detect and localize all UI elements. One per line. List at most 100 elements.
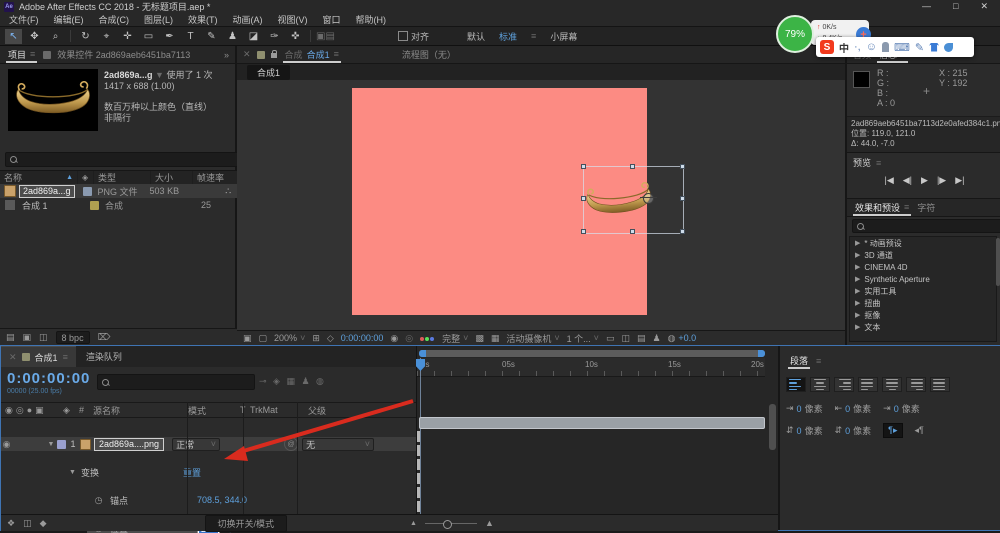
layer-name[interactable]: 2ad869a....png — [94, 437, 165, 451]
work-area-bar[interactable] — [419, 350, 765, 357]
puppet-tool-icon[interactable]: ✜ — [287, 29, 304, 44]
row-label-color[interactable] — [90, 200, 99, 210]
column-source-name[interactable]: 源名称 — [93, 404, 188, 417]
rtl-direction-button[interactable]: ◂¶ — [915, 425, 924, 436]
anchor-point-indicator[interactable] — [640, 193, 657, 204]
work-area-start-handle[interactable] — [419, 350, 426, 357]
tab-project[interactable]: 项目 ≡ — [6, 46, 38, 63]
timeline-zoom-slider[interactable] — [424, 519, 477, 529]
last-frame-button[interactable]: ▶| — [955, 175, 964, 186]
footage-caret-icon[interactable]: ▼ — [155, 70, 164, 80]
brush-tool-icon[interactable]: ✎ — [203, 29, 220, 44]
stamp-tool-icon[interactable]: ♟ — [224, 29, 241, 44]
column-type[interactable]: 类型 — [94, 171, 151, 184]
effect-category[interactable]: ▶ 抠像 — [850, 309, 996, 321]
justify-last-left-button[interactable] — [858, 377, 878, 392]
sogou-input-toolbar[interactable]: S 中 ·, ☺ ⌨ ✎ — [816, 37, 974, 57]
selection-handle[interactable] — [680, 164, 685, 169]
exposure-control[interactable]: ◍ +0.0 — [668, 333, 697, 344]
footage-thumbnail[interactable] — [8, 69, 98, 131]
input-mode-icon[interactable]: 中 — [839, 40, 849, 55]
selection-handle[interactable] — [581, 164, 586, 169]
timeline-search-input[interactable] — [97, 374, 255, 390]
keyboard-icon[interactable]: ⌨ — [894, 41, 910, 54]
first-frame-button[interactable]: |◀ — [885, 175, 894, 186]
close-button[interactable]: ✕ — [980, 1, 988, 12]
justify-all-button[interactable] — [930, 377, 950, 392]
lock-icon[interactable] — [270, 50, 277, 58]
emoji-icon[interactable]: ☺ — [866, 41, 877, 53]
workspace-menu-icon[interactable]: ≡ — [531, 31, 536, 41]
parent-pickwhip-icon[interactable]: @ — [284, 437, 299, 451]
effect-category[interactable]: ▶ CINEMA 4D — [850, 261, 996, 273]
zoom-in-mountain-icon[interactable]: ▲ — [485, 518, 494, 528]
indent-left-field[interactable]: ⇥ 0 像素 — [786, 402, 823, 415]
tab-effect-controls[interactable]: 效果控件 2ad869aeb6451ba7113 — [57, 48, 218, 61]
time-ruler[interactable]: 0s 05s 10s 15s 20s — [417, 358, 765, 377]
first-line-indent-field[interactable]: ⇥ 0 像素 — [883, 402, 920, 415]
expand-transfer-controls-icon[interactable]: ◫ — [23, 518, 32, 529]
mask-visibility-icon[interactable]: ◇ — [327, 333, 334, 344]
row-label-color[interactable] — [82, 186, 92, 196]
anchor-point-row[interactable]: ◷ 锚点 708.5, 344.0 — [1, 493, 416, 507]
zoom-out-mountain-icon[interactable]: ▲ — [410, 520, 417, 527]
layer-expand-arrow[interactable]: ▼ — [45, 441, 57, 448]
tab-paragraph[interactable]: 段落 — [788, 352, 811, 369]
work-area-end-handle[interactable] — [758, 350, 765, 357]
expand-layer-switches-icon[interactable]: ❖ — [7, 518, 15, 529]
expand-inout-icon[interactable]: ◆ — [40, 518, 47, 529]
menu-file[interactable]: 文件(F) — [9, 13, 39, 26]
handwriting-icon[interactable]: ✎ — [915, 41, 924, 54]
effects-scrollbar[interactable] — [996, 238, 1000, 286]
panel-menu-icon[interactable]: ≡ — [334, 49, 339, 59]
effect-category[interactable]: ▶ 扭曲 — [850, 297, 996, 309]
column-fps[interactable]: 帧速率 — [193, 171, 237, 184]
blend-mode-dropdown[interactable]: 正常 ˅ — [172, 437, 221, 451]
indent-right-field[interactable]: ⇤ 0 像素 — [835, 402, 872, 415]
show-channel-icon[interactable] — [420, 333, 435, 343]
toggle-switches-modes-button[interactable]: 切换开关/模式 — [204, 514, 288, 532]
mic-icon[interactable] — [881, 42, 889, 52]
align-checkbox[interactable] — [398, 31, 408, 41]
current-timecode[interactable]: 0:00:00:00 — [7, 370, 90, 387]
effect-category[interactable]: ▶ 3D 通道 — [850, 249, 996, 261]
tab-character[interactable]: 字符 — [917, 201, 935, 214]
shape-tool-icon[interactable]: ▭ — [140, 29, 157, 44]
menu-window[interactable]: 窗口 — [323, 13, 341, 26]
comp-row-name[interactable]: 合成 1 — [22, 199, 80, 212]
viewer-canvas[interactable] — [237, 80, 845, 330]
layer-label-color[interactable] — [57, 439, 66, 449]
eraser-tool-icon[interactable]: ◪ — [245, 29, 262, 44]
selection-handle[interactable] — [680, 229, 685, 234]
comp-mini-flowchart-icons[interactable]: ⊸ ◈ ▦ ♟ ◍ — [259, 376, 326, 387]
camera-tool-icon[interactable]: ⌖ — [98, 29, 115, 44]
selection-handle[interactable] — [680, 196, 685, 201]
tab-render-queue[interactable]: 渲染队列 — [86, 350, 122, 363]
tab-composition[interactable]: 合成 合成1 ≡ — [282, 46, 341, 63]
menu-help[interactable]: 帮助(H) — [356, 13, 387, 26]
viewer-timecode[interactable]: 0:00:00:00 — [341, 333, 384, 343]
minimize-button[interactable]: — — [922, 1, 931, 12]
next-frame-button[interactable]: |▶ — [937, 175, 946, 186]
anchor-point-value[interactable]: 708.5, 344.0 — [197, 495, 247, 505]
rotation-tool-icon[interactable]: ↻ — [77, 29, 94, 44]
space-before-field[interactable]: ⇵ 0 像素 — [786, 424, 823, 437]
type-tool-icon[interactable]: T — [182, 29, 199, 44]
menu-view[interactable]: 视图(V) — [278, 13, 308, 26]
maximize-button[interactable]: □ — [953, 1, 958, 12]
panel-menu-icon[interactable]: ≡ — [904, 202, 909, 212]
roto-brush-tool-icon[interactable]: ✑ — [266, 29, 283, 44]
effect-category[interactable]: ▶ 文本 — [850, 321, 996, 333]
timeline-vertical-scrollbar[interactable] — [769, 404, 776, 450]
column-mode[interactable]: 模式 — [188, 404, 240, 417]
grid-guides-icon[interactable]: ⊞ — [312, 333, 320, 344]
resolution-dropdown[interactable]: 完整 ˅ — [442, 332, 468, 345]
panel-menu-icon[interactable]: ≡ — [30, 49, 35, 59]
tab-close-icon[interactable]: ✕ — [243, 49, 251, 60]
selection-handle[interactable] — [630, 164, 635, 169]
group-expand-arrow[interactable]: ▼ — [69, 469, 81, 476]
hand-tool-icon[interactable]: ✥ — [26, 29, 43, 44]
more-tabs-chevron[interactable]: » — [224, 50, 229, 60]
transform-reset-link[interactable]: 重置 — [183, 466, 201, 479]
menu-animation[interactable]: 动画(A) — [233, 13, 263, 26]
